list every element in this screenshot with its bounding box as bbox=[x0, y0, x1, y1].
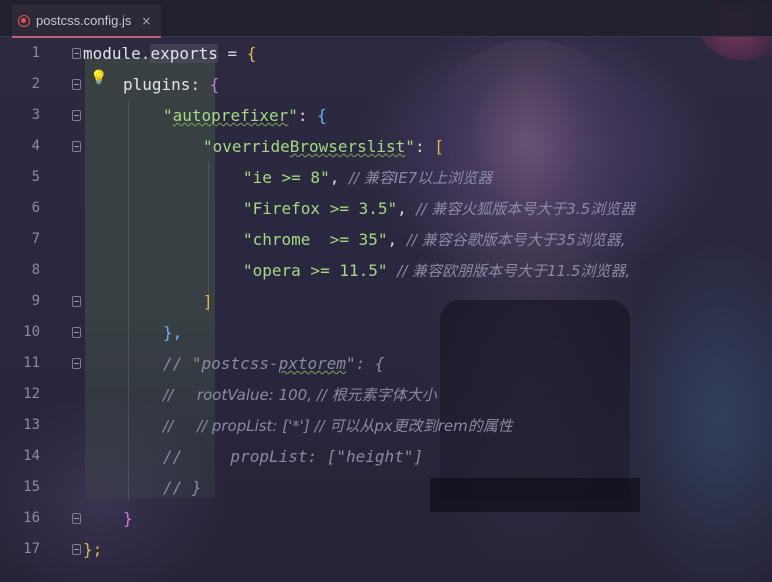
code-line-1: module.exports = { bbox=[83, 44, 257, 63]
line-number: 14 bbox=[23, 448, 40, 464]
code-line-12: // rootValue: 100, // 根元素字体大小 bbox=[163, 386, 437, 404]
line-number: 11 bbox=[23, 355, 40, 371]
fold-icon[interactable] bbox=[72, 48, 81, 59]
code-line-17: }; bbox=[83, 540, 103, 559]
code-line-14: // propList: ["height"] bbox=[163, 447, 424, 466]
code-line-3: "autoprefixer": { bbox=[163, 106, 327, 125]
line-number: 16 bbox=[23, 510, 40, 526]
code-line-7: "chrome >= 35", // 兼容谷歌版本号大于35浏览器, bbox=[243, 230, 626, 249]
code-line-8: "opera >= 11.5" // 兼容欧朋版本号大于11.5浏览器, bbox=[243, 261, 631, 280]
line-number-gutter: 1 2 3 4 5 6 7 8 9 10 11 12 13 14 15 16 1… bbox=[0, 38, 81, 582]
code-line-9: ] bbox=[203, 292, 213, 311]
line-number: 2 bbox=[31, 76, 40, 92]
line-number: 17 bbox=[23, 541, 40, 557]
tab-label: postcss.config.js bbox=[36, 13, 132, 28]
lightbulb-icon[interactable]: 💡 bbox=[90, 70, 107, 86]
fold-icon[interactable] bbox=[72, 327, 81, 338]
code-line-11: // "postcss-pxtorem": { bbox=[163, 354, 385, 373]
line-number: 6 bbox=[31, 200, 40, 216]
fold-icon[interactable] bbox=[72, 79, 81, 90]
line-number: 10 bbox=[23, 324, 40, 340]
background-belt bbox=[430, 478, 640, 512]
line-number: 9 bbox=[31, 293, 40, 309]
line-number: 1 bbox=[31, 45, 40, 61]
code-line-15: // } bbox=[163, 478, 202, 497]
tab-postcss-config[interactable]: postcss.config.js × bbox=[12, 5, 162, 38]
line-number: 13 bbox=[23, 417, 40, 433]
fold-icon[interactable] bbox=[72, 296, 81, 307]
close-tab-icon[interactable]: × bbox=[141, 14, 151, 28]
js-file-icon bbox=[18, 14, 30, 27]
fold-icon[interactable] bbox=[72, 358, 81, 369]
fold-icon[interactable] bbox=[72, 110, 81, 121]
fold-icon[interactable] bbox=[72, 513, 81, 524]
editor-tab-bar: postcss.config.js × bbox=[0, 0, 772, 38]
code-line-5: "ie >= 8", // 兼容IE7以上浏览器 bbox=[243, 168, 493, 187]
line-number: 15 bbox=[23, 479, 40, 495]
line-number: 3 bbox=[31, 107, 40, 123]
code-line-4: "overrideBrowserslist": [ bbox=[203, 137, 444, 156]
code-line-16: } bbox=[123, 509, 133, 528]
indent-guide bbox=[128, 100, 129, 500]
code-line-13: // // propList: ['*'] // 可以从px更改到rem的属性 bbox=[163, 417, 513, 435]
fold-icon[interactable] bbox=[72, 141, 81, 152]
code-line-6: "Firefox >= 3.5", // 兼容火狐版本号大于3.5浏览器 bbox=[243, 199, 636, 218]
code-line-10: }, bbox=[163, 323, 183, 342]
line-number: 12 bbox=[23, 386, 40, 402]
line-number: 7 bbox=[31, 231, 40, 247]
line-number: 8 bbox=[31, 262, 40, 278]
code-line-2: plugins: { bbox=[123, 75, 220, 94]
line-number: 4 bbox=[31, 138, 40, 154]
line-number: 5 bbox=[31, 169, 40, 185]
background-dress bbox=[440, 300, 630, 500]
fold-icon[interactable] bbox=[72, 544, 81, 555]
